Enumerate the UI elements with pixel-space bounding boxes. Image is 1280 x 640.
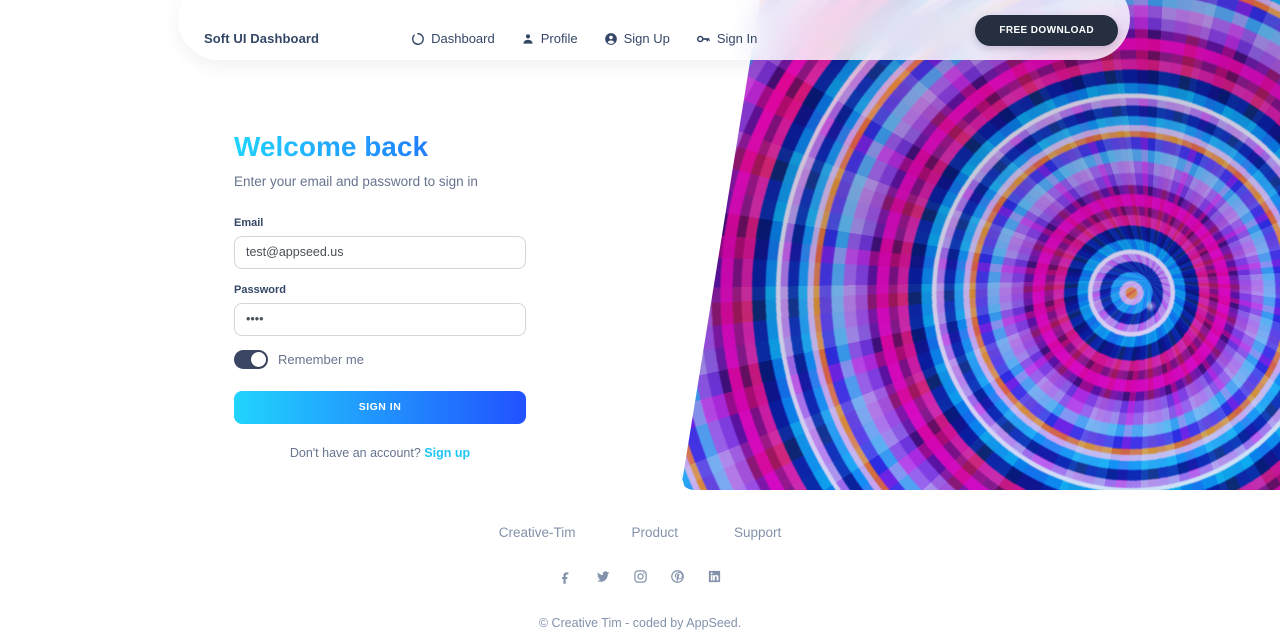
password-label: Password xyxy=(234,283,286,296)
nav-item-sign-in[interactable]: Sign In xyxy=(696,31,757,46)
nav-item-dashboard[interactable]: Dashboard xyxy=(411,31,495,46)
nav-item-profile[interactable]: Profile xyxy=(521,31,578,46)
nav-item-sign-up-label: Sign Up xyxy=(623,31,670,46)
nav-item-dashboard-label: Dashboard xyxy=(431,31,495,46)
brand-title[interactable]: Soft UI Dashboard xyxy=(204,31,319,46)
footer-link-product[interactable]: Product xyxy=(631,525,678,540)
email-field-group: Email xyxy=(234,217,526,269)
page-subtitle: Enter your email and password to sign in xyxy=(234,173,478,189)
facebook-icon[interactable] xyxy=(558,569,573,589)
linkedin-icon[interactable] xyxy=(707,569,722,589)
instagram-icon[interactable] xyxy=(633,569,648,589)
top-navbar: Soft UI Dashboard Dashboard Profile Sign… xyxy=(178,0,1130,60)
person-icon xyxy=(521,32,535,46)
footer-links: Creative-Tim Product Support xyxy=(0,525,1280,540)
footer-link-support[interactable]: Support xyxy=(734,525,781,540)
page-title: Welcome back xyxy=(234,130,526,164)
hero-decorative-image xyxy=(680,0,1280,490)
password-field-group: Password xyxy=(234,284,526,336)
pinterest-icon[interactable] xyxy=(670,569,685,589)
email-input[interactable] xyxy=(234,235,526,269)
signup-prompt-text: Don't have an account? xyxy=(289,445,421,460)
remember-me-label[interactable]: Remember me xyxy=(278,352,364,367)
sign-in-button[interactable]: SIGN IN xyxy=(234,390,526,424)
sign-up-link[interactable]: Sign up xyxy=(424,446,470,460)
signup-prompt-row: Don't have an account? Sign up xyxy=(234,446,526,460)
copyright-text: © Creative Tim - coded by AppSeed. xyxy=(538,616,742,630)
account-circle-icon xyxy=(604,32,618,46)
page-footer: Creative-Tim Product Support © Creative … xyxy=(0,525,1280,640)
twitter-icon[interactable] xyxy=(595,569,611,589)
footer-link-creative-tim[interactable]: Creative-Tim xyxy=(499,525,576,540)
sign-in-form: Welcome back Enter your email and passwo… xyxy=(234,130,526,460)
free-download-button[interactable]: FREE DOWNLOAD xyxy=(975,15,1118,46)
toggle-knob xyxy=(251,351,266,367)
key-icon xyxy=(696,32,711,46)
nav-item-sign-up[interactable]: Sign Up xyxy=(604,31,670,46)
hero-art-layer-tint xyxy=(680,0,1280,490)
remember-me-row: Remember me xyxy=(234,349,526,369)
footer-social-icons xyxy=(0,569,1280,589)
nav-item-sign-in-label: Sign In xyxy=(716,31,758,46)
remember-me-toggle[interactable] xyxy=(234,349,268,369)
nav-links: Dashboard Profile Sign Up Sign In xyxy=(411,31,757,46)
dashboard-spinner-icon xyxy=(411,32,425,46)
sign-in-page: Soft UI Dashboard Dashboard Profile Sign… xyxy=(0,0,1280,640)
nav-item-profile-label: Profile xyxy=(540,31,578,46)
email-label: Email xyxy=(234,216,264,229)
password-input[interactable] xyxy=(234,302,526,336)
